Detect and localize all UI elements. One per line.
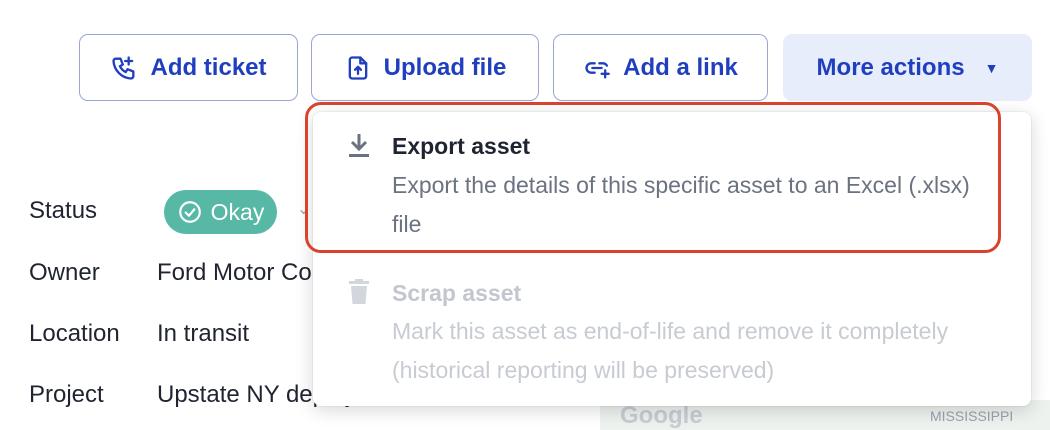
menu-item-scrap-asset[interactable]: Scrap asset Mark this asset as end-of-li…: [313, 260, 1031, 406]
menu-item-title: Export asset: [392, 133, 531, 159]
status-value: Okay: [210, 198, 265, 225]
more-actions-label: More actions: [816, 53, 965, 81]
map-logo: Google: [620, 402, 703, 429]
upload-file-label: Upload file: [383, 53, 507, 81]
menu-item-description: Export the details of this specific asse…: [392, 172, 970, 237]
add-link-button[interactable]: Add a link: [553, 34, 768, 101]
add-ticket-label: Add ticket: [150, 53, 267, 81]
link-add-icon: [583, 54, 611, 82]
status-badge[interactable]: Okay: [164, 190, 277, 234]
menu-item-title: Scrap asset: [392, 280, 522, 306]
location-label: Location: [29, 320, 120, 347]
phone-add-icon: [110, 54, 138, 82]
status-label: Status: [29, 197, 98, 224]
add-ticket-button[interactable]: Add ticket: [79, 34, 298, 101]
upload-file-button[interactable]: Upload file: [311, 34, 539, 101]
owner-label: Owner: [29, 259, 100, 286]
more-actions-menu: Export asset Export the details of this …: [313, 112, 1031, 406]
download-icon: [346, 132, 372, 160]
owner-value: Ford Motor Co: [157, 259, 312, 286]
add-link-label: Add a link: [623, 53, 738, 81]
menu-item-description: Mark this asset as end-of-life and remov…: [392, 318, 949, 383]
trash-icon: [346, 278, 372, 306]
map-region-label: MISSISSIPPI: [930, 408, 1014, 424]
location-value: In transit: [157, 320, 250, 347]
caret-down-icon: ▼: [984, 59, 999, 76]
more-actions-button[interactable]: More actions ▼: [783, 34, 1032, 101]
check-circle-icon: [178, 201, 201, 223]
menu-item-export-asset[interactable]: Export asset Export the details of this …: [313, 112, 1031, 254]
file-upload-icon: [344, 54, 372, 82]
project-label: Project: [29, 381, 104, 408]
chevron-down-icon[interactable]: ⌄: [297, 199, 310, 219]
